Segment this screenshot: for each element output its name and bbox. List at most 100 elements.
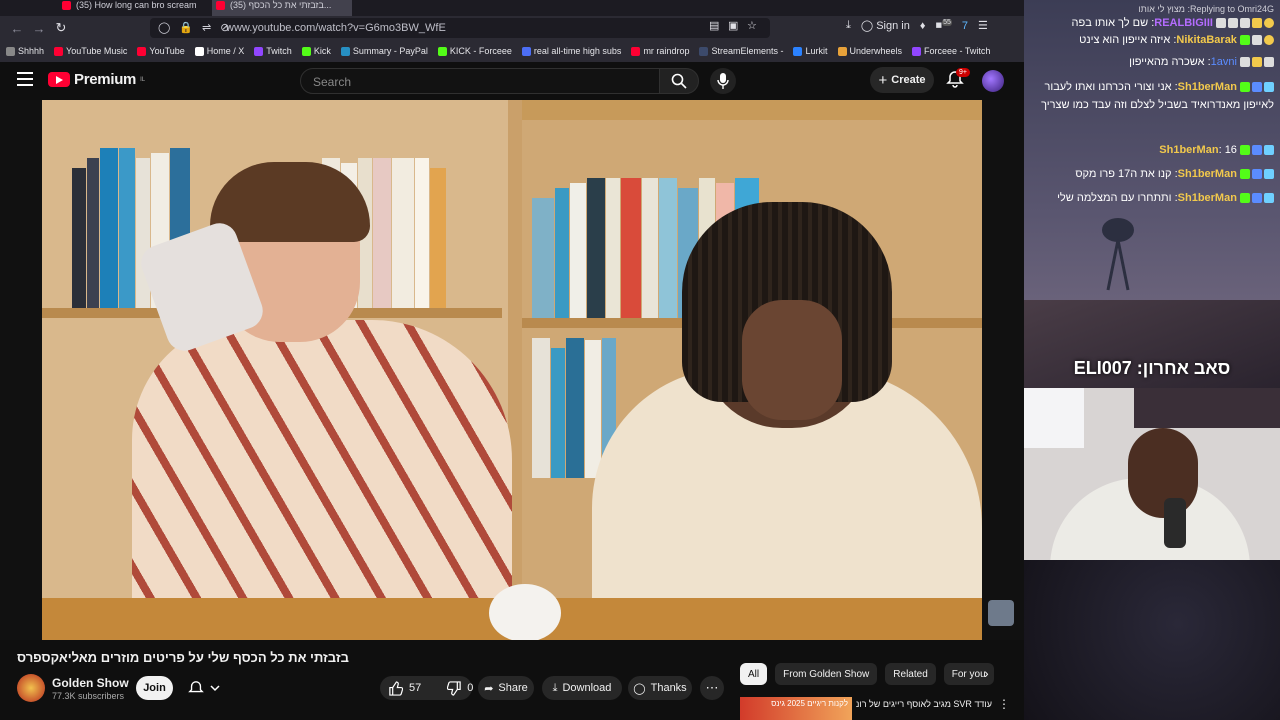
- reader-view-icon[interactable]: ▤: [709, 19, 719, 32]
- share-label: Share: [498, 682, 528, 694]
- sign-in-button[interactable]: ◯ Sign in: [861, 19, 910, 33]
- menu-icon[interactable]: ☰: [978, 19, 988, 32]
- sign-in-label: Sign in: [876, 19, 910, 32]
- bookmark-item[interactable]: Home / X: [194, 46, 244, 56]
- join-button[interactable]: Join: [136, 676, 173, 700]
- address-bar[interactable]: www.youtube.com/watch?v=G6mo3BW_WfE: [150, 18, 770, 38]
- create-button[interactable]: + Create: [870, 67, 934, 93]
- bookmark-item[interactable]: Shhhh: [6, 46, 44, 56]
- extensions-icon[interactable]: ♦: [920, 20, 926, 32]
- logo-text: Premium: [74, 71, 137, 88]
- tab-label: (35) How long can bro scream: [76, 0, 197, 10]
- shield-icon[interactable]: ◯: [158, 21, 170, 34]
- chip-from-channel[interactable]: From Golden Show: [775, 663, 878, 685]
- white-ball: [489, 584, 561, 640]
- bookmark-item[interactable]: YouTube Music: [54, 46, 127, 56]
- youtube-header: Premium IL Search + Create 9+: [0, 62, 1024, 100]
- bookmark-label: mr raindrop: [643, 46, 690, 56]
- bookmark-item[interactable]: KICK - Forceee: [437, 46, 512, 56]
- account-avatar[interactable]: [982, 70, 1004, 92]
- thanks-button[interactable]: ◯ Thanks: [628, 676, 692, 700]
- chat-badges: [1216, 18, 1274, 29]
- youtube-favicon-icon: [216, 1, 225, 10]
- downloads-icon[interactable]: ⤓: [846, 19, 851, 32]
- bookmark-label: Forceee - Twitch: [924, 46, 991, 56]
- chat-badges: [1240, 193, 1274, 204]
- bookmark-item[interactable]: Lurkit: [793, 46, 828, 56]
- bookmark-item[interactable]: real all-time high subs: [521, 46, 621, 56]
- bookmark-item[interactable]: StreamElements -: [699, 46, 783, 56]
- channel-watermark-icon[interactable]: [988, 600, 1014, 626]
- bookmark-item[interactable]: Summary - PayPal: [340, 46, 428, 56]
- bookmark-favicon-icon: [521, 46, 531, 56]
- chat-text: שם לך אותו בפה: [1071, 17, 1149, 29]
- video-player[interactable]: [0, 100, 1024, 640]
- chip-related[interactable]: Related: [885, 663, 936, 685]
- last-sub-user: ELI007: [1073, 358, 1132, 378]
- streamer-webcam: [1024, 388, 1280, 560]
- bookmark-favicon-icon: [437, 46, 447, 56]
- thumbs-down-icon: [447, 680, 461, 696]
- bookmark-label: YouTube: [149, 46, 185, 56]
- hamburger-menu-icon[interactable]: [17, 72, 33, 86]
- lock-icon[interactable]: 🔒: [179, 21, 193, 34]
- chat-text: איזה אייפון הוא צינט: [1079, 34, 1171, 46]
- chevron-down-icon: [210, 685, 220, 692]
- bookmark-item[interactable]: Kick: [301, 46, 331, 56]
- chat-message: Sh1berMan: ותתחרו עם המצלמה שלי: [1030, 189, 1274, 227]
- thumbs-up-icon: [389, 680, 403, 696]
- chevron-right-icon[interactable]: ›: [984, 665, 989, 681]
- kebab-menu-icon[interactable]: ⋮: [998, 697, 1010, 711]
- chat-message: NikitaBarak: איזה אייפון הוא צינט: [1030, 31, 1274, 49]
- reload-button[interactable]: ↻: [50, 17, 72, 39]
- bookmark-item[interactable]: Twitch: [254, 46, 292, 56]
- screenshot-icon[interactable]: ▣: [728, 19, 738, 32]
- search-input[interactable]: Search: [300, 68, 660, 94]
- chat-username: Sh1berMan: [1177, 192, 1237, 204]
- browser-tab[interactable]: (35) How long can bro scream: [58, 0, 198, 16]
- extension-badge-count: 55: [942, 19, 952, 27]
- bookmark-item[interactable]: Forceee - Twitch: [912, 46, 990, 56]
- bookmark-favicon-icon: [6, 46, 15, 56]
- chat-message: Sh1berMan: אני וצורי הכרחנו ואתו לעבור ל…: [1041, 81, 1274, 111]
- microphone: [1164, 498, 1186, 548]
- bookmark-star-icon[interactable]: ☆: [747, 19, 757, 32]
- channel-name[interactable]: Golden Show: [52, 676, 129, 690]
- dislike-count: 0: [467, 682, 474, 694]
- bookmark-favicon-icon: [912, 46, 922, 56]
- bookmarks-bar: Shhhh YouTube Music YouTube Home / X Twitch K…: [0, 40, 1024, 62]
- bookmark-item[interactable]: YouTube: [137, 46, 185, 56]
- recommendation-title[interactable]: עודד SVR מגיב לאוסף רייגים של רונן: [856, 699, 992, 709]
- thanks-icon: ◯: [633, 682, 646, 695]
- create-label: Create: [891, 74, 926, 86]
- browser-right-toolbar: ▤ ▣ ☆ ⤓ ◯ Sign in ♦ ■55 7 ☰: [709, 19, 988, 33]
- channel-avatar[interactable]: [17, 674, 45, 702]
- chip-all[interactable]: All: [740, 663, 768, 685]
- bookmark-label: KICK - Forceee: [449, 46, 512, 56]
- search-button[interactable]: [659, 68, 699, 94]
- browser-tab-active[interactable]: (35) בזבזתי את כל הכסף...: [212, 0, 352, 16]
- like-button[interactable]: 57: [388, 680, 421, 696]
- bookmark-item[interactable]: mr raindrop: [631, 46, 689, 56]
- permissions-icon[interactable]: ⇌: [202, 21, 211, 34]
- tracking-blocked-icon[interactable]: ⊘: [220, 21, 229, 34]
- recommendation-thumbnail[interactable]: לקנות ריגיים 2025 גינס: [740, 697, 852, 720]
- voice-search-button[interactable]: [710, 68, 736, 94]
- bookmark-favicon-icon: [699, 46, 709, 56]
- bookmark-item[interactable]: Underwheels: [837, 46, 902, 56]
- forward-button[interactable]: →: [28, 17, 50, 39]
- subscription-notification-button[interactable]: [180, 676, 228, 700]
- more-actions-button[interactable]: ⋯: [700, 676, 724, 700]
- share-button[interactable]: ➦ Share: [478, 676, 534, 700]
- dislike-button[interactable]: 0: [447, 680, 474, 696]
- extension-badge-icon[interactable]: ■55: [935, 19, 952, 32]
- chat-badges: [1240, 82, 1274, 93]
- extension-icon[interactable]: 7: [962, 20, 968, 32]
- back-button[interactable]: ←: [6, 17, 28, 39]
- youtube-premium-logo[interactable]: Premium IL: [48, 71, 145, 88]
- last-sub-label: סאב אחרון:: [1136, 358, 1231, 378]
- thumbnail-text: לקנות ריגיים 2025 גינס: [771, 699, 848, 708]
- tab-label: (35) בזבזתי את כל הכסף...: [230, 0, 332, 10]
- download-button[interactable]: ⤓ Download: [542, 676, 622, 700]
- download-label: Download: [562, 682, 612, 694]
